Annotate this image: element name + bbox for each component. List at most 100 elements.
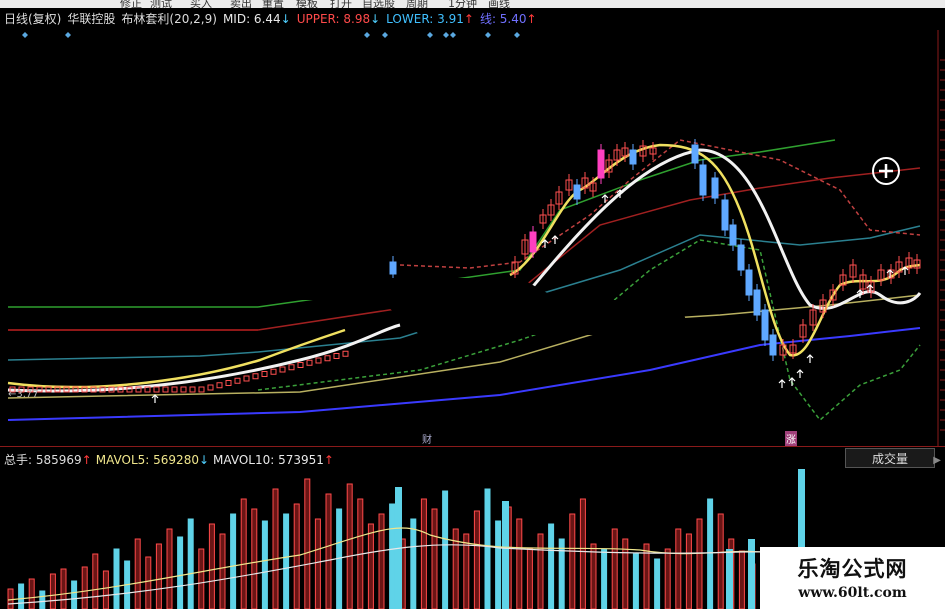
volume-bar bbox=[502, 501, 509, 609]
candlestick bbox=[297, 362, 304, 368]
volume-bar bbox=[611, 528, 618, 609]
candlestick bbox=[597, 149, 605, 179]
panel-divider[interactable] bbox=[0, 446, 945, 447]
volume-bar bbox=[145, 556, 152, 609]
volume-bar bbox=[431, 508, 438, 609]
toolbar-item[interactable]: 测试 bbox=[150, 0, 172, 8]
volume-bar bbox=[569, 513, 576, 609]
volume-bar bbox=[484, 488, 491, 609]
mid-arrow-icon: ↓ bbox=[280, 12, 291, 26]
toolbar-item[interactable]: 打开 bbox=[330, 0, 352, 8]
volume-bar bbox=[219, 533, 226, 609]
volume-bar bbox=[473, 510, 480, 609]
toolbar-item[interactable]: 画线 bbox=[488, 0, 510, 8]
candlestick bbox=[261, 371, 268, 377]
toolbar-item[interactable]: 卖出 bbox=[230, 0, 252, 8]
candlestick bbox=[153, 386, 160, 393]
volume-bar bbox=[314, 518, 321, 609]
stock-name: 华联控股 bbox=[67, 12, 116, 26]
toolbar-item[interactable]: 1分钟 bbox=[448, 0, 477, 8]
volume-bar bbox=[558, 538, 565, 609]
volume-indicator-selector[interactable]: 成交量 ▶ bbox=[845, 448, 941, 468]
period-label[interactable]: 日线(复权) bbox=[4, 12, 61, 26]
signal-arrow-icon bbox=[796, 369, 804, 378]
mavol5-value: MAVOL5: 569280 bbox=[95, 453, 199, 467]
band-line bbox=[7, 351, 259, 361]
event-marker-zhang[interactable]: 涨 bbox=[785, 431, 797, 446]
volume-bar bbox=[304, 478, 311, 609]
volume-bar bbox=[537, 533, 544, 609]
volume-bar bbox=[389, 503, 396, 609]
volume-bar bbox=[187, 518, 194, 609]
volume-bar bbox=[516, 518, 523, 609]
volume-bar bbox=[60, 568, 67, 609]
volume-bar bbox=[293, 503, 300, 609]
volume-bar bbox=[643, 543, 650, 609]
volume-bar bbox=[726, 549, 733, 609]
candlestick bbox=[745, 269, 753, 296]
candlestick bbox=[729, 224, 737, 246]
volume-bar bbox=[18, 583, 25, 609]
volume-bar bbox=[49, 573, 56, 609]
signal-diamond-icon bbox=[382, 32, 388, 38]
volume-bar bbox=[198, 548, 205, 609]
candlestick bbox=[721, 199, 729, 231]
volume-bar bbox=[707, 498, 714, 609]
volume-bar bbox=[675, 528, 682, 609]
candlestick bbox=[225, 380, 232, 386]
volume-bar bbox=[346, 483, 353, 609]
signal-arrow-icon bbox=[806, 354, 814, 363]
volume-bar bbox=[526, 548, 533, 609]
signal-diamond-icon bbox=[427, 32, 433, 38]
toolbar-item[interactable]: 自选股 bbox=[362, 0, 395, 8]
volume-bar bbox=[166, 528, 173, 609]
volume-bar bbox=[325, 493, 332, 609]
signal-diamond-icon bbox=[450, 32, 456, 38]
candlestick bbox=[761, 309, 769, 341]
volume-bar bbox=[283, 513, 290, 609]
candlestick bbox=[234, 377, 241, 384]
volume-bar bbox=[39, 590, 46, 609]
toolbar-item[interactable]: 周期 bbox=[406, 0, 428, 8]
candlestick bbox=[753, 289, 761, 316]
volume-bar bbox=[155, 543, 162, 609]
toolbar-item[interactable]: 修正 bbox=[120, 0, 142, 8]
volume-bar bbox=[696, 518, 703, 609]
signal-diamond-icon bbox=[65, 32, 71, 38]
upper-arrow-icon: ↓ bbox=[370, 12, 381, 26]
toolbar-item[interactable]: 重置 bbox=[262, 0, 284, 8]
toolbar-item[interactable]: 模板 bbox=[296, 0, 318, 8]
event-marker-cai[interactable]: 财 bbox=[422, 431, 432, 446]
volume-bar bbox=[134, 538, 141, 609]
volume-bar bbox=[601, 548, 608, 609]
candlestick bbox=[737, 244, 745, 271]
zoom-plus-icon[interactable] bbox=[871, 156, 901, 186]
watermark-title: 乐淘公式网 bbox=[797, 557, 908, 581]
volume-bar bbox=[272, 488, 279, 609]
candlestick bbox=[389, 261, 397, 275]
upper-dashed-band bbox=[399, 139, 921, 269]
toolbar-item[interactable]: 买入 bbox=[190, 0, 212, 8]
candlestick bbox=[216, 382, 223, 389]
volume-bar bbox=[240, 498, 247, 609]
candlestick bbox=[252, 373, 259, 380]
candlestick bbox=[629, 149, 637, 165]
signal-arrow-icon bbox=[778, 379, 786, 388]
volume-bar bbox=[208, 523, 215, 609]
volume-bar bbox=[738, 550, 745, 609]
upper-value: UPPER: 8.98 bbox=[296, 12, 371, 26]
volume-bar bbox=[230, 513, 237, 609]
volume-total: 总手: 585969 bbox=[4, 453, 82, 467]
candlestick bbox=[324, 355, 331, 362]
volume-bar bbox=[81, 566, 88, 609]
candlestick bbox=[691, 144, 699, 164]
volume-bar bbox=[92, 553, 99, 609]
volume-bar bbox=[420, 498, 427, 609]
mavol10-value: MAVOL10: 573951 bbox=[213, 453, 324, 467]
candlestick bbox=[162, 386, 169, 393]
candlestick bbox=[198, 386, 205, 393]
candlestick bbox=[699, 164, 707, 196]
candlestick-chart[interactable] bbox=[0, 0, 945, 609]
indicator-name[interactable]: 布林套利(20,2,9) bbox=[121, 12, 217, 26]
volume-bar bbox=[442, 490, 449, 609]
